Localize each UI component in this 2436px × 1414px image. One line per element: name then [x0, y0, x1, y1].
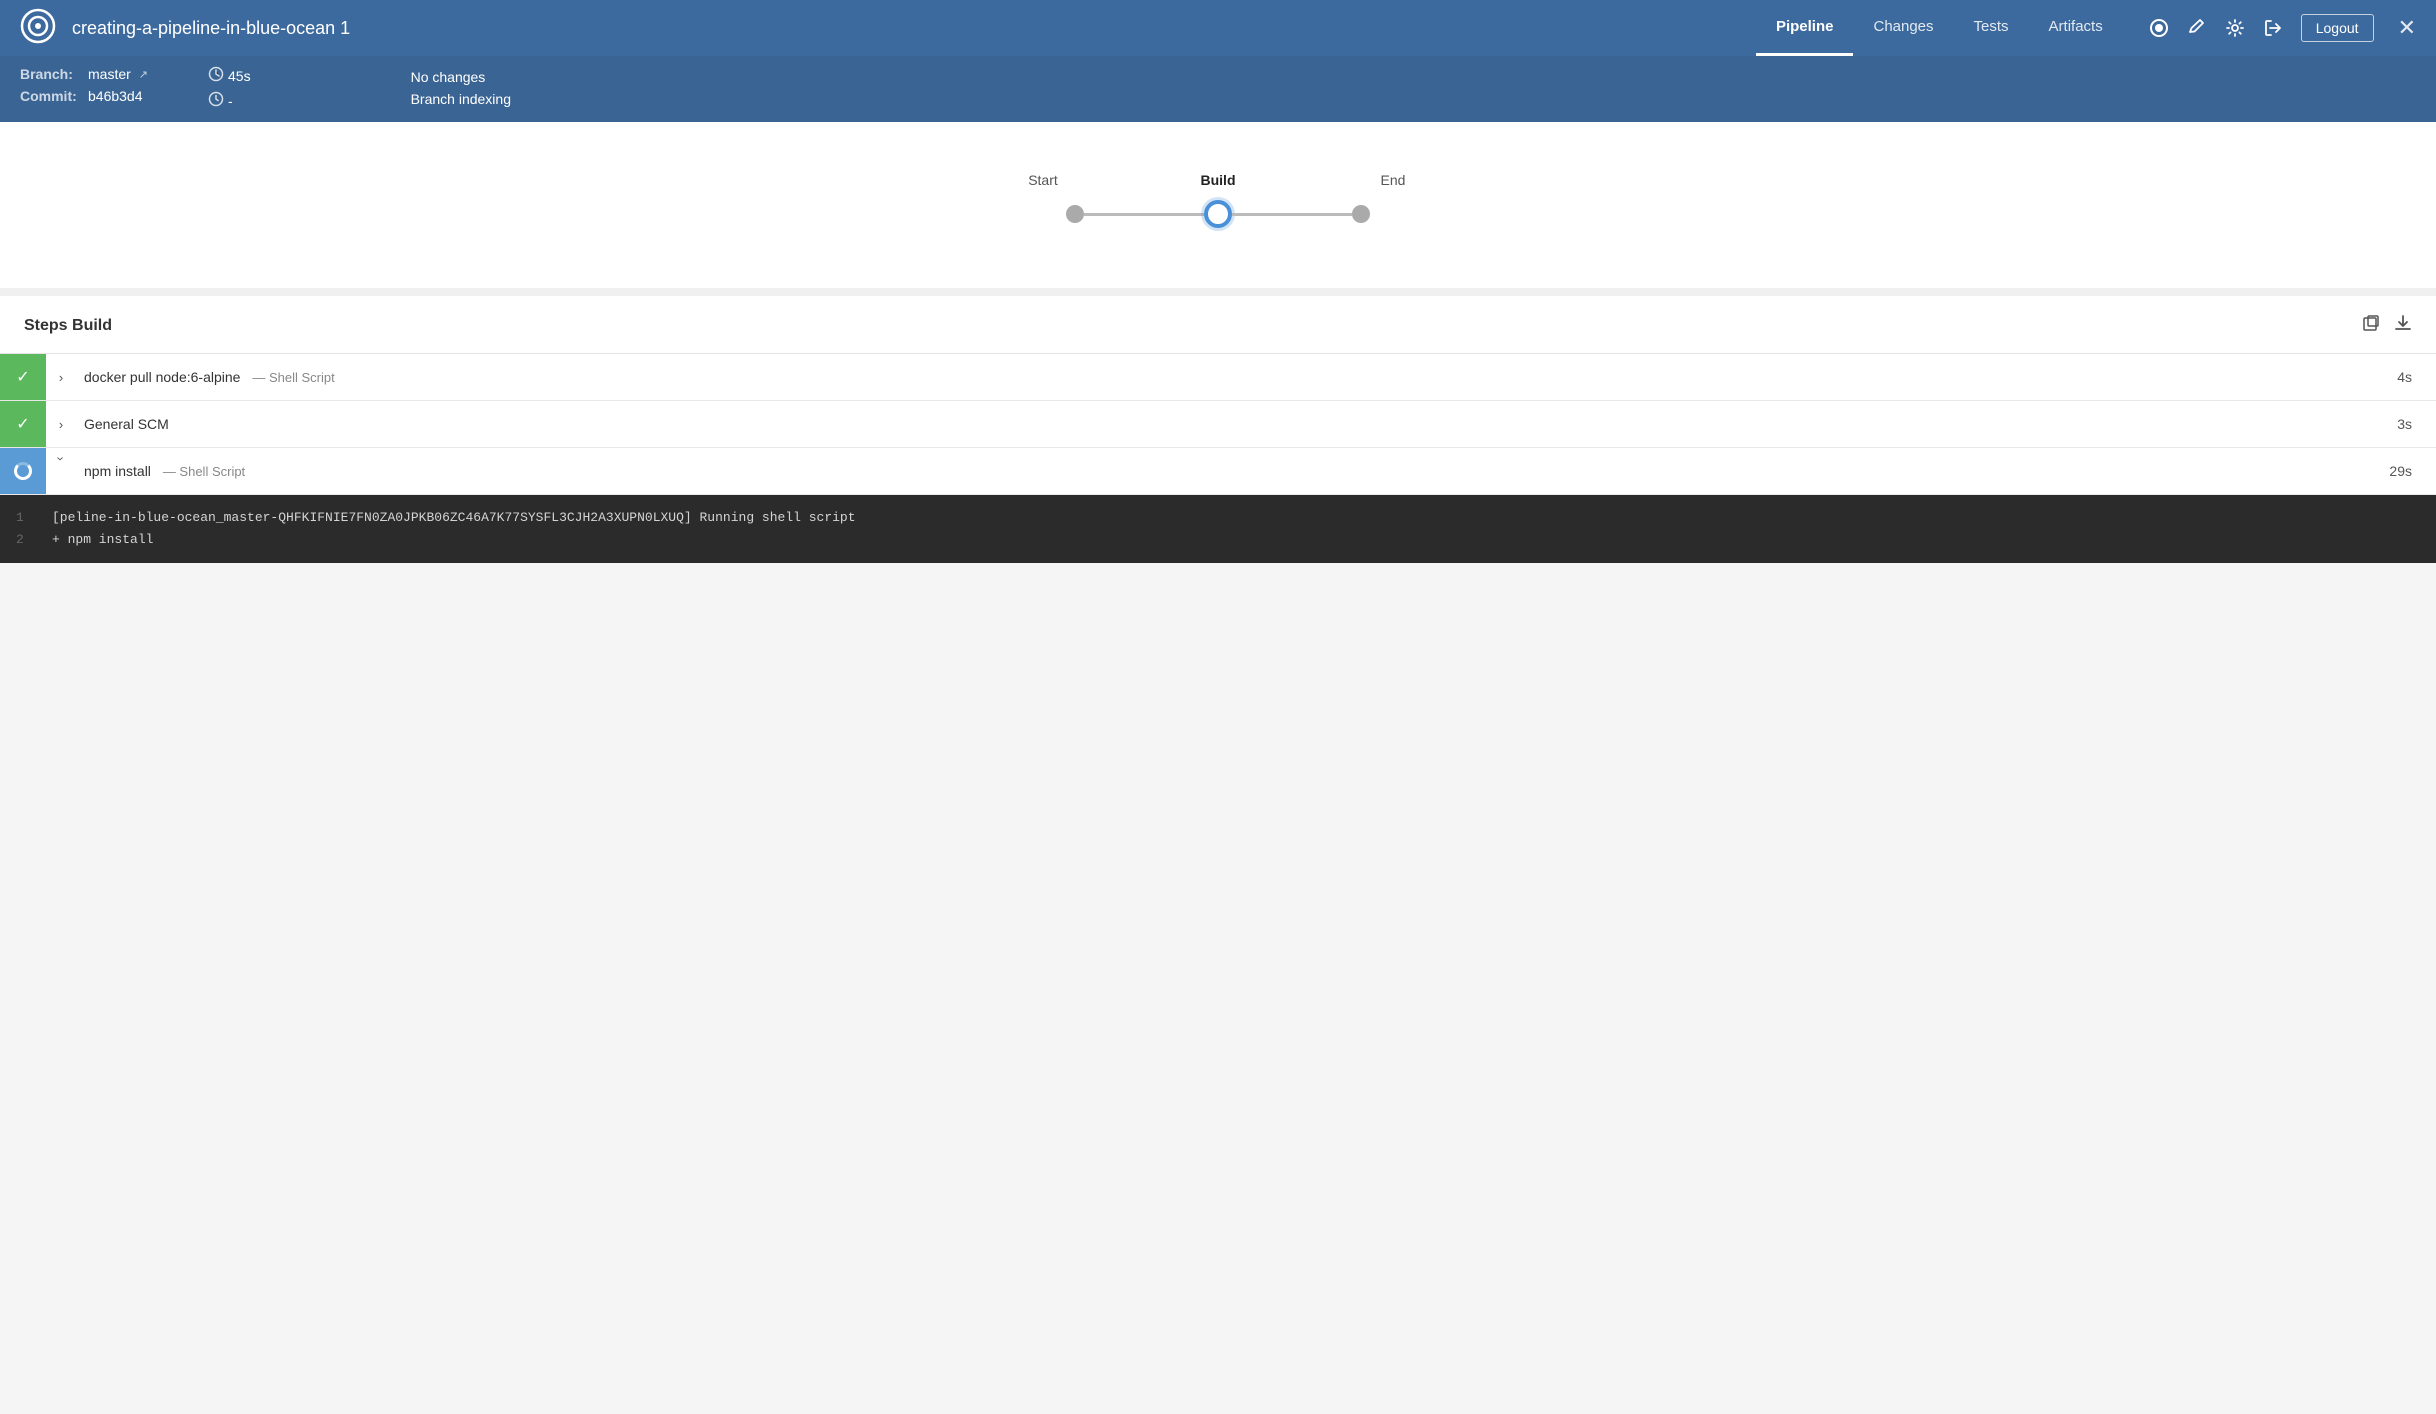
- step-row-3[interactable]: › npm install — Shell Script 29s: [0, 448, 2436, 495]
- step-name-text-1: docker pull node:6-alpine: [84, 369, 240, 385]
- step-name-3: npm install — Shell Script: [76, 463, 2389, 479]
- log-line-2: 2 + npm install: [16, 529, 2420, 551]
- label-build: Build: [1188, 172, 1248, 188]
- log-text-1: [peline-in-blue-ocean_master-QHFKIFNIE7F…: [52, 507, 856, 529]
- open-external-icon[interactable]: [2362, 314, 2380, 337]
- check-icon-1: ✓: [16, 367, 29, 387]
- logout-button[interactable]: Logout: [2301, 14, 2374, 42]
- settings-icon[interactable]: [2225, 18, 2245, 38]
- download-icon[interactable]: [2394, 314, 2412, 337]
- divider: [0, 288, 2436, 296]
- commit-row: Commit: b46b3d4: [20, 88, 148, 104]
- label-end: End: [1368, 172, 1418, 188]
- external-link-icon[interactable]: ↗: [139, 68, 148, 81]
- check-icon-2: ✓: [16, 414, 29, 434]
- change-info: No changes Branch indexing: [411, 66, 511, 110]
- node-build[interactable]: [1204, 200, 1232, 228]
- step-expand-3[interactable]: ›: [54, 456, 69, 486]
- log-num-1: 1: [16, 507, 36, 529]
- meta-info: Branch: master ↗ Commit: b46b3d4: [20, 66, 148, 110]
- branch-row: Branch: master ↗: [20, 66, 148, 82]
- step-row-2[interactable]: ✓ › General SCM 3s: [0, 401, 2436, 448]
- step-type-3: — Shell Script: [163, 464, 245, 479]
- line-start-build: [1084, 213, 1204, 216]
- log-line-1: 1 [peline-in-blue-ocean_master-QHFKIFNIE…: [16, 507, 2420, 529]
- step-duration-3: 29s: [2389, 463, 2436, 479]
- step-status-1: ✓: [0, 354, 46, 400]
- step-name-text-3: npm install: [84, 463, 151, 479]
- nav-pipeline[interactable]: Pipeline: [1756, 0, 1854, 56]
- logo: [20, 8, 56, 49]
- nav-artifacts[interactable]: Artifacts: [2029, 0, 2123, 56]
- main-nav: Pipeline Changes Tests Artifacts: [1756, 0, 2123, 56]
- branch-value: master: [88, 66, 131, 82]
- branch-indexing-text: Branch indexing: [411, 91, 511, 107]
- step-name-1: docker pull node:6-alpine — Shell Script: [76, 369, 2397, 385]
- step-duration-1: 4s: [2397, 369, 2436, 385]
- log-output: 1 [peline-in-blue-ocean_master-QHFKIFNIE…: [0, 495, 2436, 563]
- step-status-3: [0, 448, 46, 494]
- timing-info: 45s -: [208, 66, 251, 110]
- duration-row: 45s: [208, 66, 251, 85]
- step-expand-1[interactable]: ›: [46, 370, 76, 385]
- steps-section: Steps Build ✓ › docker pull node:6-alpin…: [0, 296, 2436, 563]
- edit-icon[interactable]: [2187, 18, 2207, 38]
- pipeline-nodes: [1066, 200, 1370, 228]
- node-end[interactable]: [1352, 205, 1370, 223]
- clock-icon: [208, 91, 224, 110]
- commit-value: b46b3d4: [88, 88, 143, 104]
- duration-icon: [208, 66, 224, 85]
- header-icons: Logout ✕: [2149, 14, 2416, 42]
- step-expand-2[interactable]: ›: [46, 417, 76, 432]
- steps-title: Steps Build: [24, 317, 112, 335]
- node-start[interactable]: [1066, 205, 1084, 223]
- pipeline-track: Start Build End: [1018, 172, 1418, 228]
- main-header: creating-a-pipeline-in-blue-ocean 1 Pipe…: [0, 0, 2436, 56]
- record-icon[interactable]: [2149, 18, 2169, 38]
- label-start: Start: [1018, 172, 1068, 188]
- line-build-end: [1232, 213, 1352, 216]
- pipeline-area: Start Build End: [0, 122, 2436, 288]
- running-spinner-3: [14, 462, 32, 480]
- time-value: -: [228, 93, 233, 109]
- step-duration-2: 3s: [2397, 416, 2436, 432]
- step-status-2: ✓: [0, 401, 46, 447]
- step-type-1: — Shell Script: [252, 370, 334, 385]
- time-row: -: [208, 91, 251, 110]
- step-name-text-2: General SCM: [84, 416, 169, 432]
- step-name-2: General SCM: [76, 416, 2397, 432]
- branch-label: Branch:: [20, 66, 80, 82]
- log-text-2: + npm install: [52, 529, 153, 551]
- exit-icon[interactable]: [2263, 18, 2283, 38]
- no-changes-text: No changes: [411, 69, 511, 85]
- commit-label: Commit:: [20, 88, 80, 104]
- pipeline-labels: Start Build End: [1018, 172, 1418, 188]
- nav-tests[interactable]: Tests: [1954, 0, 2029, 56]
- nav-changes[interactable]: Changes: [1853, 0, 1953, 56]
- steps-actions: [2362, 314, 2412, 337]
- close-button[interactable]: ✕: [2398, 15, 2416, 41]
- page-title: creating-a-pipeline-in-blue-ocean 1: [72, 18, 1740, 39]
- duration-value: 45s: [228, 68, 251, 84]
- step-row-1[interactable]: ✓ › docker pull node:6-alpine — Shell Sc…: [0, 354, 2436, 401]
- log-num-2: 2: [16, 529, 36, 551]
- sub-header: Branch: master ↗ Commit: b46b3d4 45s - N…: [0, 56, 2436, 122]
- steps-header: Steps Build: [0, 296, 2436, 354]
